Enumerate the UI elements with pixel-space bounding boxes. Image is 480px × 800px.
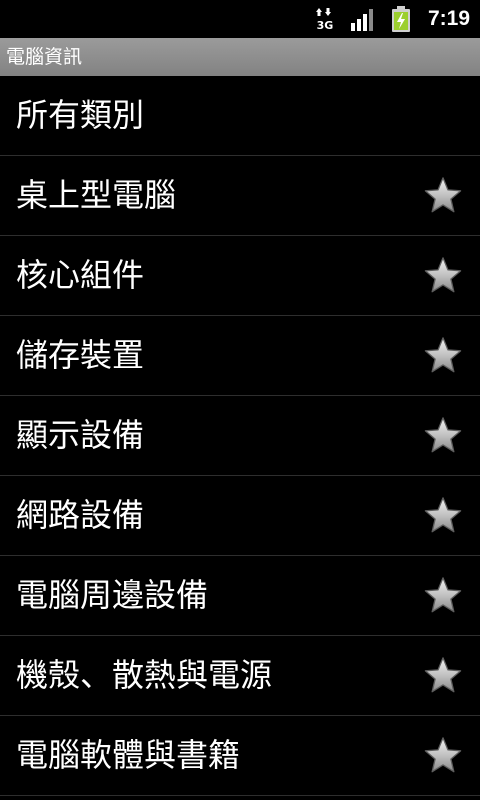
list-item-label: 顯示設備 bbox=[16, 416, 145, 454]
battery-charging-icon bbox=[392, 6, 410, 32]
list-item-label: 機殼、散熱與電源 bbox=[16, 656, 273, 694]
star-icon[interactable] bbox=[424, 736, 462, 774]
list-item-label: 核心組件 bbox=[16, 256, 145, 294]
list-item-label: 桌上型電腦 bbox=[16, 176, 177, 214]
list-item-software-books[interactable]: 電腦軟體與書籍 bbox=[0, 716, 480, 796]
list-item-desktop-pc[interactable]: 桌上型電腦 bbox=[0, 156, 480, 236]
star-icon[interactable] bbox=[424, 336, 462, 374]
network-type-label: 3G bbox=[317, 19, 334, 31]
star-icon[interactable] bbox=[424, 416, 462, 454]
list-item-display[interactable]: 顯示設備 bbox=[0, 396, 480, 476]
list-item-label: 電腦周邊設備 bbox=[16, 576, 209, 614]
list-item-label: 電腦軟體與書籍 bbox=[16, 736, 241, 774]
list-item-storage[interactable]: 儲存裝置 bbox=[0, 316, 480, 396]
3g-data-icon: 3G bbox=[316, 8, 334, 31]
list-item-label: 儲存裝置 bbox=[16, 336, 145, 374]
star-icon[interactable] bbox=[424, 256, 462, 294]
list-item-peripherals[interactable]: 電腦周邊設備 bbox=[0, 556, 480, 636]
list-item-network[interactable]: 網路設備 bbox=[0, 476, 480, 556]
list-item-core-components[interactable]: 核心組件 bbox=[0, 236, 480, 316]
list-item-label: 所有類別 bbox=[16, 96, 145, 134]
signal-icon bbox=[351, 9, 373, 31]
list-item-all-categories[interactable]: 所有類別 bbox=[0, 76, 480, 156]
page-title: 電腦資訊 bbox=[6, 46, 83, 68]
clock: 7:19 bbox=[427, 7, 470, 30]
star-icon[interactable] bbox=[424, 176, 462, 214]
title-bar: 電腦資訊 bbox=[0, 38, 480, 76]
star-icon[interactable] bbox=[424, 576, 462, 614]
status-bar: 3G 7:19 bbox=[0, 0, 480, 38]
category-list: 所有類別 桌上型電腦 核心組件 儲存裝置 顯示設備 網路設備 電腦周邊設備 機殼… bbox=[0, 76, 480, 796]
list-item-case-cooling-power[interactable]: 機殼、散熱與電源 bbox=[0, 636, 480, 716]
list-item-label: 網路設備 bbox=[16, 496, 145, 534]
star-icon[interactable] bbox=[424, 496, 462, 534]
star-icon[interactable] bbox=[424, 656, 462, 694]
